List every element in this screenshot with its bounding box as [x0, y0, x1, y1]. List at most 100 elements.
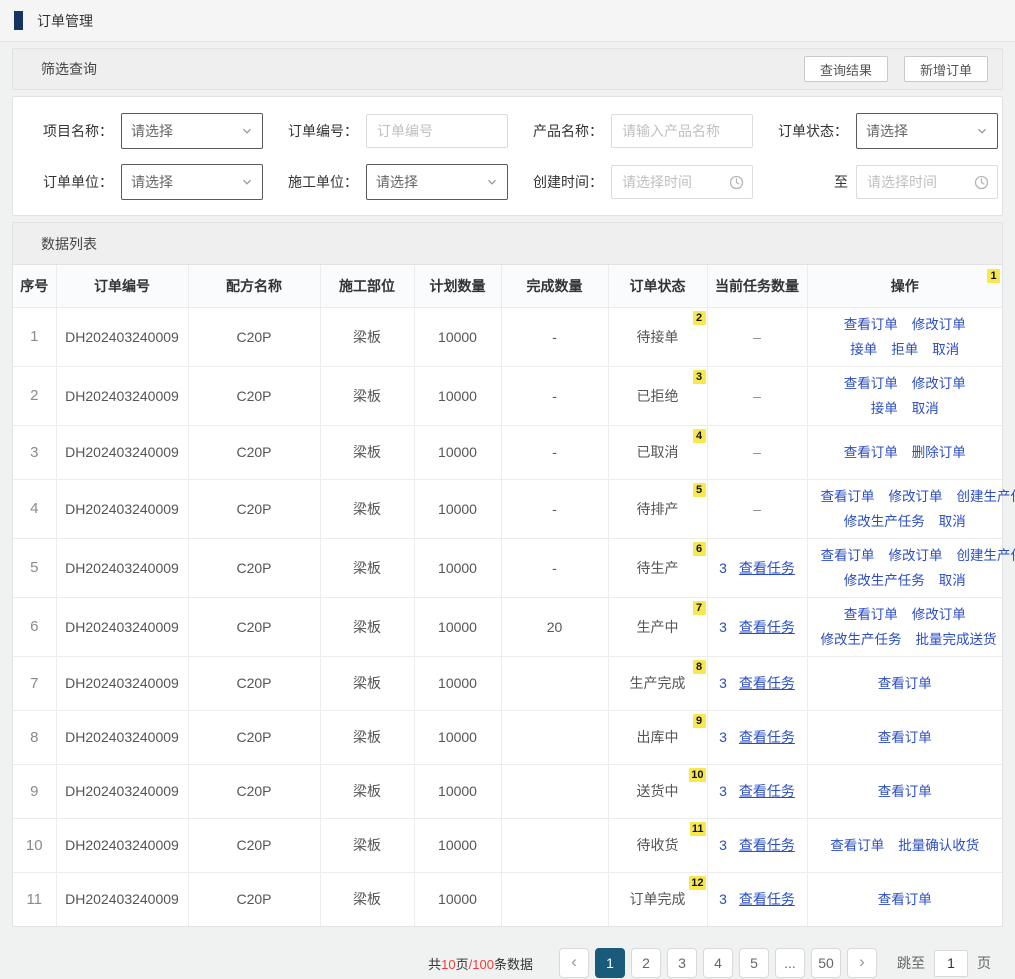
product-name-input[interactable] [611, 114, 753, 148]
field-create-time-start: 创建时间： [531, 164, 776, 200]
order-table-body: 1DH202403240009C20P梁板10000-2待接单–查看订单修改订单… [13, 307, 1002, 926]
cell-formula: C20P [188, 366, 320, 425]
order-unit-select[interactable]: 请选择 [121, 164, 263, 200]
action-link[interactable]: 查看订单 [844, 607, 898, 622]
page-button[interactable]: 5 [739, 948, 769, 978]
table-row: 7DH202403240009C20P梁板100008生产完成3查看任务查看订单 [13, 656, 1002, 710]
action-link[interactable]: 修改生产任务 [844, 514, 925, 529]
action-link[interactable]: 修改订单 [912, 607, 966, 622]
cell-actions: 查看订单修改订单接单拒单取消 [807, 307, 1002, 366]
view-tasks-link[interactable]: 查看任务 [739, 729, 795, 745]
cell-task-count: 3查看任务 [707, 656, 807, 710]
table-row: 4DH202403240009C20P梁板10000-5待排产–查看订单修改订单… [13, 479, 1002, 538]
page-ellipsis[interactable]: ... [775, 948, 805, 978]
action-line: 查看订单修改订单 [814, 312, 997, 337]
task-count: 3 [719, 891, 727, 907]
page-button[interactable]: 4 [703, 948, 733, 978]
page-button[interactable]: 3 [667, 948, 697, 978]
task-count: 3 [719, 560, 727, 576]
cell-completed-qty [501, 710, 608, 764]
cell-order-no: DH202403240009 [56, 764, 188, 818]
cell-order-no: DH202403240009 [56, 597, 188, 656]
cell-completed-qty: - [501, 479, 608, 538]
construction-unit-select[interactable]: 请选择 [366, 164, 508, 200]
action-link[interactable]: 批量完成送货 [916, 632, 997, 647]
cell-order-no: DH202403240009 [56, 307, 188, 366]
action-link[interactable]: 取消 [939, 514, 966, 529]
page-button[interactable]: 50 [811, 948, 841, 978]
data-list-card: 数据列表 序号订单编号配方名称施工部位计划数量完成数量订单状态当前任务数量操作1… [12, 222, 1003, 927]
order-status-select[interactable]: 请选择 [856, 113, 998, 149]
page-button[interactable]: 1 [595, 948, 625, 978]
som-badge: 3 [693, 370, 706, 384]
action-link[interactable]: 查看订单 [830, 838, 884, 853]
action-link[interactable]: 取消 [932, 342, 959, 357]
order-no-input[interactable] [366, 114, 508, 148]
action-link[interactable]: 查看订单 [878, 784, 932, 799]
action-link[interactable]: 查看订单 [878, 730, 932, 745]
page-button[interactable]: 2 [631, 948, 661, 978]
status-text: 出库中 [637, 729, 679, 745]
action-line: 修改生产任务取消 [814, 509, 997, 534]
view-tasks-link[interactable]: 查看任务 [739, 675, 795, 691]
action-link[interactable]: 查看订单 [878, 676, 932, 691]
action-link[interactable]: 查看订单 [844, 376, 898, 391]
action-line: 查看订单 [814, 671, 997, 696]
action-link[interactable]: 删除订单 [912, 445, 966, 460]
jump-page-input[interactable] [934, 950, 968, 977]
view-tasks-link[interactable]: 查看任务 [739, 619, 795, 635]
clock-icon [729, 175, 744, 190]
select-value: 请选择 [866, 121, 908, 141]
view-tasks-link[interactable]: 查看任务 [739, 837, 795, 853]
action-link[interactable]: 查看订单 [844, 317, 898, 332]
action-link[interactable]: 取消 [939, 573, 966, 588]
action-link[interactable]: 接单 [850, 342, 877, 357]
view-tasks-link[interactable]: 查看任务 [739, 560, 795, 576]
action-link[interactable]: 修改订单 [889, 489, 943, 504]
next-page-button[interactable]: › [847, 948, 877, 978]
action-link[interactable]: 创建生产任务 [957, 548, 1015, 563]
action-link[interactable]: 修改订单 [889, 548, 943, 563]
action-link[interactable]: 修改生产任务 [844, 573, 925, 588]
som-badge: 5 [693, 483, 706, 497]
cell-index: 6 [13, 597, 56, 656]
action-link[interactable]: 拒单 [891, 342, 918, 357]
action-link[interactable]: 查看订单 [878, 892, 932, 907]
add-order-button[interactable]: 新增订单 [904, 56, 988, 82]
view-tasks-link[interactable]: 查看任务 [739, 891, 795, 907]
cell-index: 3 [13, 425, 56, 479]
cell-actions: 查看订单修改订单修改生产任务批量完成送货 [807, 597, 1002, 656]
cell-task-count: – [707, 425, 807, 479]
action-link[interactable]: 查看订单 [821, 489, 875, 504]
project-name-select[interactable]: 请选择 [121, 113, 263, 149]
view-tasks-link[interactable]: 查看任务 [739, 783, 795, 799]
action-line: 接单拒单取消 [814, 337, 997, 362]
select-value: 请选择 [131, 172, 173, 192]
action-link[interactable]: 修改订单 [912, 376, 966, 391]
action-link[interactable]: 修改订单 [912, 317, 966, 332]
cell-planned-qty: 10000 [414, 710, 501, 764]
chevron-down-icon [976, 125, 988, 137]
cell-completed-qty: - [501, 425, 608, 479]
action-link[interactable]: 查看订单 [844, 445, 898, 460]
cell-completed-qty: - [501, 366, 608, 425]
cell-completed-qty [501, 818, 608, 872]
cell-index: 10 [13, 818, 56, 872]
prev-page-button[interactable]: ‹ [559, 948, 589, 978]
cell-part: 梁板 [320, 597, 414, 656]
query-results-button[interactable]: 查询结果 [804, 56, 888, 82]
action-link[interactable]: 批量确认收货 [898, 838, 979, 853]
cell-status: 3已拒绝 [608, 366, 707, 425]
action-link[interactable]: 修改生产任务 [821, 632, 902, 647]
som-badge: 7 [693, 601, 706, 615]
order-table-header-row: 序号订单编号配方名称施工部位计划数量完成数量订单状态当前任务数量操作1 [13, 265, 1002, 307]
action-link[interactable]: 查看订单 [821, 548, 875, 563]
action-link[interactable]: 接单 [871, 401, 898, 416]
status-text: 待接单 [637, 329, 679, 345]
filter-section-title: 筛选查询 [41, 59, 97, 79]
action-link[interactable]: 创建生产任务 [957, 489, 1015, 504]
cell-planned-qty: 10000 [414, 538, 501, 597]
cell-part: 梁板 [320, 710, 414, 764]
field-project-name: 项目名称： 请选择 [41, 113, 286, 149]
action-link[interactable]: 取消 [912, 401, 939, 416]
